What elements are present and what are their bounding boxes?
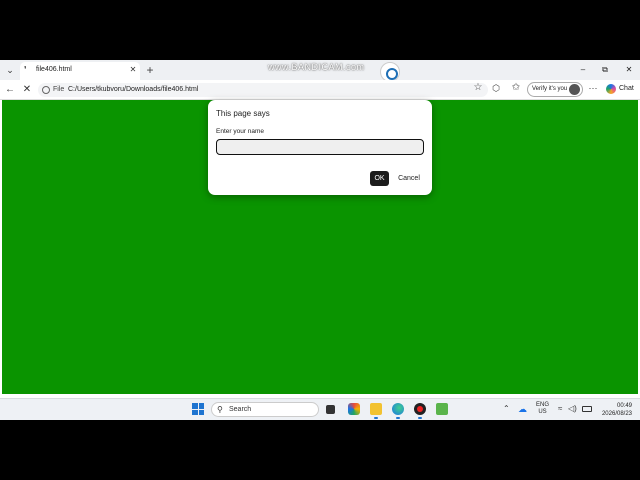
site-info-icon[interactable] [42, 86, 50, 94]
system-clock[interactable]: 00:49 2026/08/23 [598, 402, 632, 418]
page-favicon-icon: ❜ [24, 65, 27, 74]
new-tab-plus-icon[interactable]: + [143, 63, 157, 77]
ok-button[interactable]: OK [370, 171, 389, 186]
cancel-button[interactable]: Cancel [396, 171, 422, 186]
tab-close-icon[interactable]: ✕ [128, 65, 138, 75]
favorite-star-icon[interactable]: ☆ [472, 82, 484, 94]
start-windows-icon[interactable] [192, 403, 204, 415]
stop-loading-icon[interactable]: ✕ [20, 83, 34, 97]
taskbar-search[interactable]: ⚲ Search [211, 402, 319, 417]
clock-time: 00:49 [616, 403, 632, 409]
task-view-icon[interactable] [326, 405, 335, 414]
file-explorer-icon[interactable] [370, 403, 382, 415]
address-url: C:/Users/tkubvoru/Downloads/file406.html [68, 86, 199, 93]
restore-button[interactable]: ⧉ [598, 64, 612, 76]
chat-label: Chat [619, 85, 634, 92]
tab-file406[interactable]: ❜ file406.html ✕ [20, 62, 140, 80]
bandicam-recorder-icon[interactable] [414, 403, 426, 415]
favorites-list-icon[interactable]: ✩ [510, 82, 522, 94]
close-window-button[interactable]: ✕ [622, 64, 636, 76]
copilot-logo-icon [606, 84, 616, 94]
verify-label: Verify it's you [532, 86, 568, 92]
copilot-chat-button[interactable]: Chat [604, 82, 638, 96]
tab-bar: ⌄ ❜ file406.html ✕ + www.BANDICAM.com – … [0, 60, 640, 82]
prompt-dialog: This page says Enter your name OK Cancel [208, 100, 432, 195]
verify-profile-button[interactable]: Verify it's you [527, 82, 583, 97]
tab-actions-chevron-icon[interactable]: ⌄ [3, 63, 17, 77]
search-icon: ⚲ [217, 405, 223, 414]
onedrive-cloud-icon[interactable]: ☁ [518, 404, 527, 415]
recorder-badge-icon [380, 62, 400, 82]
green-app-icon[interactable] [436, 403, 448, 415]
extensions-puzzle-icon[interactable]: ⬡ [490, 82, 502, 94]
name-input[interactable] [216, 139, 424, 155]
clock-date: 2026/08/23 [601, 411, 632, 417]
dialog-title: This page says [216, 109, 270, 118]
language-code: ENG [536, 402, 550, 408]
running-indicator [396, 417, 400, 419]
address-bar[interactable]: File C:/Users/tkubvoru/Downloads/file406… [38, 83, 488, 97]
edge-browser-icon[interactable] [392, 403, 404, 415]
screen: ⌄ ❜ file406.html ✕ + www.BANDICAM.com – … [0, 0, 640, 480]
recorder-watermark: www.BANDICAM.com [268, 62, 365, 72]
input-language[interactable]: ENG US [536, 402, 549, 416]
back-arrow-icon[interactable]: ← [3, 83, 17, 97]
store-app-icon[interactable] [348, 403, 360, 415]
wifi-icon[interactable]: ≈ [558, 404, 562, 413]
region-code: US [538, 409, 547, 415]
search-label: Search [229, 406, 252, 413]
more-options-icon[interactable]: ··· [587, 82, 599, 94]
running-indicator [374, 417, 378, 419]
dialog-prompt-label: Enter your name [216, 128, 265, 135]
running-indicator [418, 417, 422, 419]
address-scheme-label: File [53, 86, 65, 93]
battery-icon[interactable] [582, 406, 592, 412]
taskbar: ⚲ Search ⌃ ☁ ENG US ≈ ◁) 00:49 2026/08/2… [0, 398, 640, 420]
profile-avatar-icon [569, 84, 580, 95]
tray-overflow-chevron-icon[interactable]: ⌃ [503, 404, 510, 413]
volume-icon[interactable]: ◁) [568, 404, 577, 413]
minimize-button[interactable]: – [576, 64, 590, 76]
tab-title: file406.html [36, 66, 72, 73]
